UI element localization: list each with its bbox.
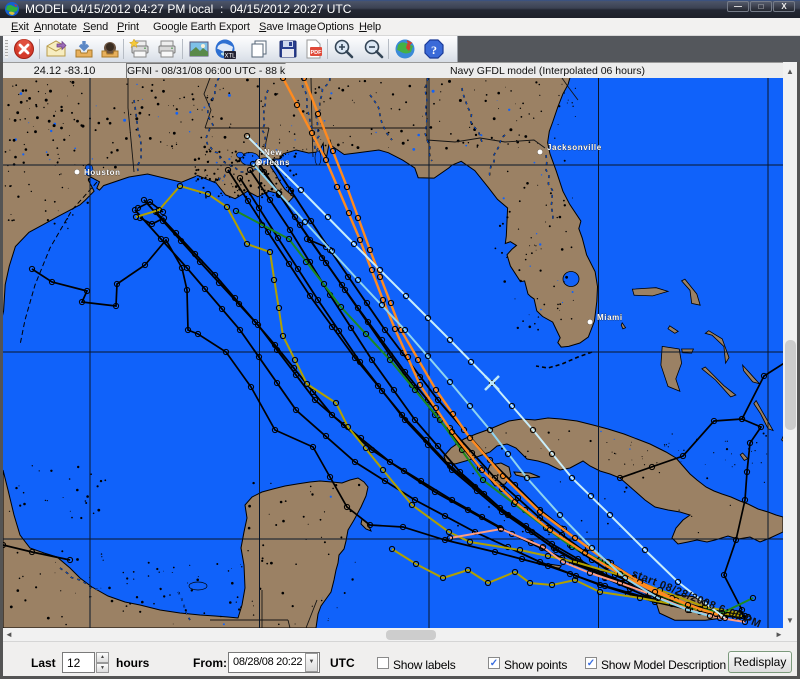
svg-text:XTL: XTL <box>224 54 236 60</box>
svg-text:Jacksonville: Jacksonville <box>547 143 602 152</box>
svg-text:?: ? <box>431 43 437 57</box>
svg-text:Houston: Houston <box>84 168 121 177</box>
svg-text:PDF: PDF <box>311 50 323 56</box>
svg-text:Miami: Miami <box>597 313 623 322</box>
svg-text:New: New <box>264 148 282 157</box>
svg-text:Orleans: Orleans <box>256 158 290 167</box>
